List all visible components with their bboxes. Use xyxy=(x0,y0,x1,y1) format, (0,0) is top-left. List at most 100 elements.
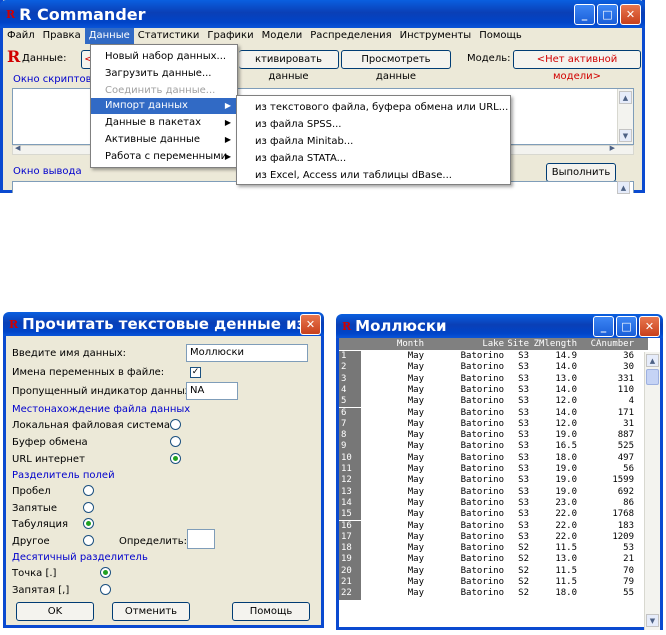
scroll-down-arrow-icon[interactable]: ▼ xyxy=(619,129,632,142)
table-cell[interactable]: Batorino xyxy=(461,588,504,598)
table-cell[interactable]: S2 xyxy=(518,577,529,587)
table-cell[interactable]: 53 xyxy=(623,543,634,553)
table-cell[interactable]: 1209 xyxy=(612,532,634,542)
table-cell[interactable]: Batorino xyxy=(461,453,504,463)
active-model-button[interactable]: <Нет активной модели> xyxy=(513,50,641,82)
table-cell[interactable]: S3 xyxy=(518,464,529,474)
table-cell[interactable]: 887 xyxy=(618,430,634,440)
table-cell[interactable]: Batorino xyxy=(461,464,504,474)
table-cell[interactable]: S2 xyxy=(518,554,529,564)
na-input[interactable]: NA xyxy=(186,382,238,400)
table-cell[interactable]: 14.0 xyxy=(555,408,577,418)
table-cell[interactable]: May xyxy=(408,396,424,406)
menu-edit[interactable]: Правка xyxy=(39,28,85,44)
table-cell[interactable]: 183 xyxy=(618,521,634,531)
table-cell[interactable]: May xyxy=(408,588,424,598)
table-cell[interactable]: 23.0 xyxy=(555,498,577,508)
table-cell[interactable]: Batorino xyxy=(461,498,504,508)
table-cell[interactable]: S3 xyxy=(518,453,529,463)
table-cell[interactable]: May xyxy=(408,475,424,485)
scroll-up-arrow-icon[interactable]: ▲ xyxy=(619,91,632,104)
table-cell[interactable]: 525 xyxy=(618,441,634,451)
sep-space-radio[interactable] xyxy=(83,485,94,496)
table-cell[interactable]: May xyxy=(408,521,424,531)
menu-help[interactable]: Помощь xyxy=(475,28,526,44)
menu-item-package-data[interactable]: Данные в пакетах ▶ xyxy=(91,115,237,131)
data-grid[interactable]: Month Lake Site ZMlength CAnumber 1 May Batorin… xyxy=(339,338,648,630)
table-cell[interactable]: S3 xyxy=(518,532,529,542)
maximize-button[interactable]: □ xyxy=(597,4,618,25)
table-cell[interactable]: Batorino xyxy=(461,419,504,429)
scroll-right-arrow-icon[interactable]: ▶ xyxy=(610,144,615,152)
menu-tools[interactable]: Инструменты xyxy=(396,28,476,44)
sep-other-radio[interactable] xyxy=(83,535,94,546)
sep-comma-radio[interactable] xyxy=(83,502,94,513)
table-cell[interactable]: 14.9 xyxy=(555,351,577,361)
viewer-maximize-button[interactable]: □ xyxy=(616,316,637,337)
table-cell[interactable]: 171 xyxy=(618,408,634,418)
ok-button[interactable]: OK xyxy=(16,602,94,621)
table-cell[interactable]: 692 xyxy=(618,487,634,497)
table-cell[interactable]: 22.0 xyxy=(555,532,577,542)
menu-graphs[interactable]: Графики xyxy=(203,28,257,44)
table-cell[interactable]: Batorino xyxy=(461,351,504,361)
table-cell[interactable]: S3 xyxy=(518,419,529,429)
table-cell[interactable]: 1768 xyxy=(612,509,634,519)
table-cell[interactable]: S3 xyxy=(518,408,529,418)
table-cell[interactable]: 18.0 xyxy=(555,453,577,463)
table-cell[interactable]: 22.0 xyxy=(555,521,577,531)
menu-data[interactable]: Данные xyxy=(84,28,134,44)
table-cell[interactable]: 22.0 xyxy=(555,509,577,519)
table-cell[interactable]: 11.5 xyxy=(555,543,577,553)
dec-point-radio[interactable] xyxy=(100,567,111,578)
table-cell[interactable]: May xyxy=(408,441,424,451)
table-cell[interactable]: May xyxy=(408,566,424,576)
table-cell[interactable]: 14.0 xyxy=(555,362,577,372)
table-cell[interactable]: May xyxy=(408,498,424,508)
menu-file[interactable]: Файл xyxy=(3,28,39,44)
table-cell[interactable]: 497 xyxy=(618,453,634,463)
table-cell[interactable]: Batorino xyxy=(461,441,504,451)
table-cell[interactable]: Batorino xyxy=(461,430,504,440)
column-header[interactable]: ZMlength xyxy=(534,339,577,349)
table-cell[interactable]: Batorino xyxy=(461,577,504,587)
table-cell[interactable]: Batorino xyxy=(461,475,504,485)
table-cell[interactable]: May xyxy=(408,554,424,564)
close-button[interactable]: ✕ xyxy=(620,4,641,25)
table-cell[interactable]: Batorino xyxy=(461,408,504,418)
loc-url-radio[interactable] xyxy=(170,453,181,464)
column-header[interactable]: Lake xyxy=(482,339,504,349)
table-cell[interactable]: Batorino xyxy=(461,487,504,497)
viewer-close-button[interactable]: ✕ xyxy=(639,316,660,337)
column-header[interactable]: Month xyxy=(397,339,424,349)
loc-clipboard-radio[interactable] xyxy=(170,436,181,447)
table-cell[interactable]: 36 xyxy=(623,351,634,361)
cancel-button[interactable]: Отменить xyxy=(112,602,190,621)
table-cell[interactable]: 30 xyxy=(623,362,634,372)
table-cell[interactable]: Batorino xyxy=(461,532,504,542)
table-cell[interactable]: May xyxy=(408,532,424,542)
table-cell[interactable]: 1599 xyxy=(612,475,634,485)
import-excel-item[interactable]: из Excel, Access или таблицы dBase... xyxy=(241,168,510,184)
table-cell[interactable]: S3 xyxy=(518,362,529,372)
table-cell[interactable]: 13.0 xyxy=(555,554,577,564)
menu-distributions[interactable]: Распределения xyxy=(306,28,395,44)
table-cell[interactable]: Batorino xyxy=(461,374,504,384)
table-cell[interactable]: May xyxy=(408,408,424,418)
table-cell[interactable]: Batorino xyxy=(461,396,504,406)
menu-statistics[interactable]: Статистики xyxy=(134,28,204,44)
table-cell[interactable]: 18.0 xyxy=(555,588,577,598)
table-cell[interactable]: May xyxy=(408,374,424,384)
table-cell[interactable]: S3 xyxy=(518,441,529,451)
table-cell[interactable]: May xyxy=(408,419,424,429)
table-cell[interactable]: Batorino xyxy=(461,509,504,519)
viewer-scroll-thumb[interactable] xyxy=(646,369,659,385)
table-cell[interactable]: May xyxy=(408,464,424,474)
scroll-left-arrow-icon[interactable]: ◀ xyxy=(15,144,20,152)
import-text-item[interactable]: из текстового файла, буфера обмена или U… xyxy=(241,100,510,116)
table-cell[interactable]: S3 xyxy=(518,385,529,395)
dialog-titlebar[interactable]: R Прочитать текстовые денные из... ✕ xyxy=(3,312,324,336)
table-cell[interactable]: 19.0 xyxy=(555,475,577,485)
table-cell[interactable]: 11.5 xyxy=(555,566,577,576)
table-cell[interactable]: 19.0 xyxy=(555,464,577,474)
